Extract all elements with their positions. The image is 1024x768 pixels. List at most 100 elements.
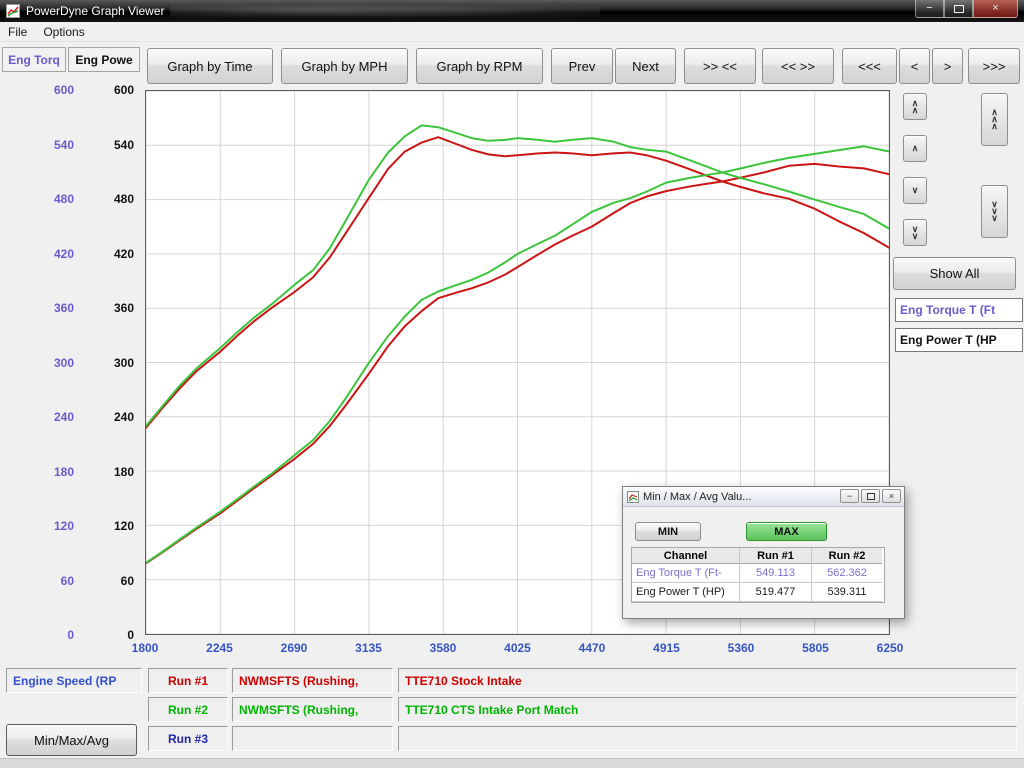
tab-eng-power-axis[interactable]: Eng Powe (68, 47, 140, 72)
y-scroll-down-button[interactable]: ∨ (903, 177, 927, 204)
minmax-window-controls: − × (840, 489, 901, 503)
cell-torque-run1-max: 549.113 (740, 564, 812, 583)
cell-power-run2-max: 539.311 (812, 583, 882, 602)
legend-eng-torque[interactable]: Eng Torque T (Ft (895, 298, 1023, 322)
run3-operator-field (232, 726, 393, 751)
graph-by-rpm-button[interactable]: Graph by RPM (416, 48, 543, 84)
minmax-minimize-button[interactable]: − (840, 489, 859, 503)
x-tick-4470: 4470 (562, 641, 622, 655)
y-scale-down-triple-button[interactable]: ∨ ∨ ∨ (981, 185, 1008, 238)
graph-by-mph-button[interactable]: Graph by MPH (281, 48, 408, 84)
next-button[interactable]: Next (615, 48, 676, 84)
cell-power-channel: Eng Power T (HP) (632, 583, 740, 602)
menubar: File Options (0, 22, 1024, 42)
minmax-titlebar[interactable]: Min / Max / Avg Valu... − × (623, 487, 904, 507)
y-tick-torque-480: 480 (24, 192, 74, 206)
chevron-down-icon: ∨ (912, 233, 919, 240)
minmaxavg-button[interactable]: Min/Max/Avg (6, 724, 137, 756)
y-tick-torque-120: 120 (24, 519, 74, 533)
x-tick-5805: 5805 (786, 641, 846, 655)
legend-eng-power[interactable]: Eng Power T (HP (895, 328, 1023, 352)
x-tick-5360: 5360 (711, 641, 771, 655)
chevron-up-icon: ∧ (912, 107, 919, 114)
minimize-button[interactable]: − (915, 0, 944, 18)
prev-button[interactable]: Prev (551, 48, 613, 84)
y-scroll-up-double-button[interactable]: ∧ ∧ (903, 93, 927, 120)
minmax-close-button[interactable]: × (882, 489, 901, 503)
y-tick-power-60: 60 (84, 574, 134, 588)
x-tick-1800: 1800 (115, 641, 175, 655)
menu-options[interactable]: Options (35, 23, 92, 41)
menu-file[interactable]: File (0, 23, 35, 41)
chevron-down-icon: ∨ (991, 215, 998, 222)
scroll-right-button[interactable]: > (932, 48, 963, 84)
chevron-up-icon: ∧ (912, 145, 919, 152)
x-tick-4915: 4915 (637, 641, 697, 655)
y-scale-up-triple-button[interactable]: ∧ ∧ ∧ (981, 93, 1008, 146)
run1-description-field: TTE710 Stock Intake (398, 668, 1017, 693)
minimize-icon: − (926, 3, 932, 14)
x-axis-channel-field[interactable]: Engine Speed (RP (6, 668, 142, 693)
y-tick-torque-600: 600 (24, 83, 74, 97)
y-tick-power-120: 120 (84, 519, 134, 533)
x-tick-3580: 3580 (413, 641, 473, 655)
max-toggle-button[interactable]: MAX (746, 522, 827, 541)
window-title: PowerDyne Graph Viewer (26, 4, 165, 18)
minmax-table: Channel Run #1 Run #2 Eng Torque T (Ft- … (631, 547, 885, 603)
minmax-restore-button[interactable] (861, 489, 880, 503)
scroll-far-right-button[interactable]: >>> (968, 48, 1020, 84)
y-tick-power-480: 480 (84, 192, 134, 206)
y-tick-torque-540: 540 (24, 138, 74, 152)
titlebar-glass-reflection (170, 2, 600, 20)
y-tick-torque-0: 0 (24, 628, 74, 642)
minmax-window: Min / Max / Avg Valu... − × MIN MAX Chan… (622, 486, 905, 619)
app-window: PowerDyne Graph Viewer − × File Options … (0, 0, 1024, 768)
y-tick-torque-300: 300 (24, 356, 74, 370)
minimize-icon: − (847, 492, 852, 501)
y-scroll-down-double-button[interactable]: ∨ ∨ (903, 219, 927, 246)
app-icon (6, 4, 20, 18)
run1-operator-field: NWMSFTS (Rushing, (232, 668, 393, 693)
col-header-channel: Channel (632, 548, 740, 564)
col-header-run2[interactable]: Run #2 (812, 548, 882, 564)
run3-description-field (398, 726, 1017, 751)
x-tick-6250: 6250 (860, 641, 920, 655)
close-icon: × (889, 492, 894, 501)
chevron-down-icon: ∨ (912, 187, 919, 194)
graph-by-time-button[interactable]: Graph by Time (147, 48, 273, 84)
cell-torque-run2-max: 562.362 (812, 564, 882, 583)
zoom-in-x-button[interactable]: >> << (684, 48, 756, 84)
run2-operator-field: NWMSFTS (Rushing, (232, 697, 393, 722)
chevron-up-icon: ∧ (991, 123, 998, 130)
run3-label: Run #3 (148, 726, 228, 751)
show-all-button[interactable]: Show All (893, 257, 1016, 290)
y-tick-torque-360: 360 (24, 301, 74, 315)
y-scroll-up-button[interactable]: ∧ (903, 135, 927, 162)
cell-power-run1-max: 519.477 (740, 583, 812, 602)
y-tick-power-360: 360 (84, 301, 134, 315)
min-toggle-button[interactable]: MIN (635, 522, 701, 541)
y-tick-power-540: 540 (84, 138, 134, 152)
y-tick-power-420: 420 (84, 247, 134, 261)
y-tick-torque-420: 420 (24, 247, 74, 261)
cell-torque-channel: Eng Torque T (Ft- (632, 564, 740, 583)
titlebar[interactable]: PowerDyne Graph Viewer − × (0, 0, 1024, 22)
tab-eng-torque-axis[interactable]: Eng Torq (2, 47, 66, 72)
x-tick-2245: 2245 (190, 641, 250, 655)
scroll-far-left-button[interactable]: <<< (842, 48, 897, 84)
y-tick-torque-240: 240 (24, 410, 74, 424)
table-row-power: Eng Power T (HP) 519.477 539.311 (632, 583, 884, 602)
close-button[interactable]: × (973, 0, 1018, 18)
zoom-out-x-button[interactable]: << >> (762, 48, 834, 84)
minmax-window-title: Min / Max / Avg Valu... (643, 491, 751, 503)
maximize-button[interactable] (944, 0, 973, 18)
scroll-left-button[interactable]: < (899, 48, 930, 84)
y-tick-power-0: 0 (84, 628, 134, 642)
table-row-torque: Eng Torque T (Ft- 549.113 562.362 (632, 564, 884, 583)
run1-label: Run #1 (148, 668, 228, 693)
minmax-window-icon (627, 491, 639, 503)
y-tick-torque-60: 60 (24, 574, 74, 588)
col-header-run1[interactable]: Run #1 (740, 548, 812, 564)
y-tick-power-240: 240 (84, 410, 134, 424)
restore-icon (867, 493, 875, 500)
